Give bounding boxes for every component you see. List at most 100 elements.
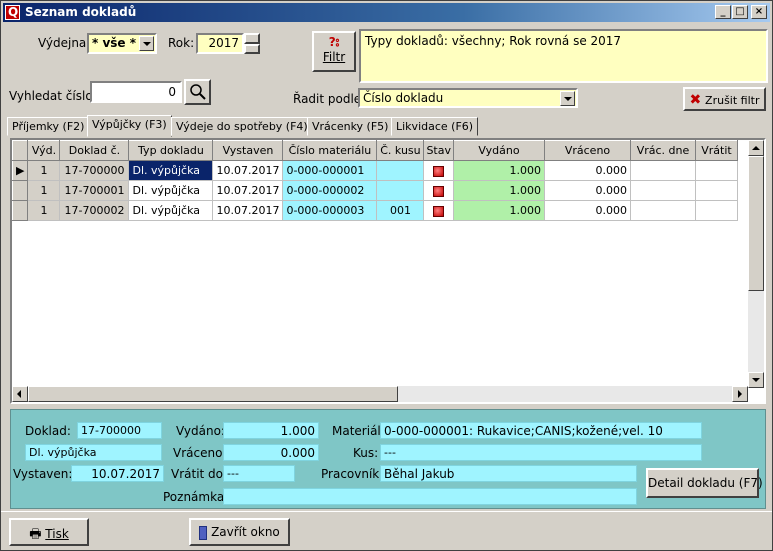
- documents-grid: Výd. Doklad č. Typ dokladu Vystaven Čísl…: [10, 138, 766, 404]
- tab-likvidace[interactable]: Likvidace (F6): [391, 117, 479, 136]
- scroll-thumb[interactable]: [748, 156, 764, 291]
- cell-vraceno[interactable]: 0.000: [544, 160, 631, 181]
- close-icon: ✖: [689, 92, 702, 108]
- rok-spin-up[interactable]: [244, 33, 260, 44]
- rok-spin-down[interactable]: [244, 44, 260, 54]
- cell-doklad[interactable]: 17-700001: [59, 180, 130, 201]
- vertical-scrollbar[interactable]: [748, 140, 764, 388]
- search-icon: [189, 84, 206, 100]
- row-header: [12, 180, 29, 201]
- status-icon: [433, 165, 445, 177]
- cell-material[interactable]: 0-000-000003: [282, 200, 378, 221]
- cell-vydano[interactable]: 1.000: [453, 160, 545, 181]
- cell-vraceno[interactable]: 0.000: [544, 180, 631, 201]
- clear-filter-button[interactable]: ✖ Zrušit filtr: [683, 87, 766, 111]
- vystaven-label: Vystaven:: [13, 467, 73, 481]
- cell-doklad[interactable]: 17-700002: [59, 200, 130, 221]
- search-label: Vyhledat číslo:: [9, 89, 97, 103]
- cell-vystaven[interactable]: 10.07.2017: [212, 180, 284, 201]
- column-header[interactable]: Číslo materiálu: [282, 140, 378, 161]
- table-row[interactable]: 1 17-700001 Dl. výpůjčka 10.07.2017 0-00…: [12, 180, 738, 201]
- cell-vrac-dne[interactable]: [630, 200, 696, 221]
- cell-kus[interactable]: [376, 160, 425, 181]
- cell-vratit[interactable]: [695, 200, 738, 221]
- cell-stav[interactable]: [423, 180, 454, 201]
- scroll-left-button[interactable]: [12, 386, 28, 402]
- cell-material[interactable]: 0-000-000001: [282, 160, 378, 181]
- vydejna-select[interactable]: * vše *: [87, 33, 157, 54]
- maximize-button[interactable]: □: [732, 5, 748, 19]
- poznamka-value: [223, 488, 637, 505]
- vratit-label: Vrátit do:: [171, 467, 228, 481]
- cell-vydano[interactable]: 1.000: [453, 200, 545, 221]
- column-header[interactable]: Č. kusu: [376, 140, 425, 161]
- column-header[interactable]: Stav: [423, 140, 454, 161]
- status-icon: [433, 185, 445, 197]
- tab-vracenky[interactable]: Vrácenky (F5): [307, 117, 394, 136]
- table-row[interactable]: ▶ 1 17-700000 Dl. výpůjčka 10.07.2017 0-…: [12, 160, 738, 181]
- horizontal-scrollbar[interactable]: [12, 386, 748, 402]
- column-header[interactable]: Vrátit: [695, 140, 738, 161]
- filtr-button[interactable]: ?⦂ Filtr: [312, 31, 356, 72]
- close-window-button[interactable]: Zavřít okno: [189, 518, 290, 546]
- cell-stav[interactable]: [423, 200, 454, 221]
- cell-typ[interactable]: Dl. výpůjčka: [128, 160, 214, 181]
- chevron-up-icon: [752, 146, 760, 150]
- column-header[interactable]: Typ dokladu: [128, 140, 214, 161]
- column-header[interactable]: Vráceno: [544, 140, 631, 161]
- cell-vystaven[interactable]: 10.07.2017: [212, 200, 284, 221]
- column-header[interactable]: Vystaven: [212, 140, 284, 161]
- table-header: Výd. Doklad č. Typ dokladu Vystaven Čísl…: [12, 140, 738, 161]
- cell-vyd[interactable]: 1: [27, 180, 61, 201]
- tab-vypujcky[interactable]: Výpůjčky (F3): [87, 115, 172, 137]
- column-header[interactable]: Doklad č.: [59, 140, 130, 161]
- cell-kus[interactable]: [376, 180, 425, 201]
- column-header[interactable]: Vydáno: [453, 140, 545, 161]
- scroll-right-button[interactable]: [732, 386, 748, 402]
- scroll-thumb[interactable]: [28, 386, 398, 402]
- minimize-button[interactable]: _: [715, 5, 731, 19]
- cell-vrac-dne[interactable]: [630, 180, 696, 201]
- print-button[interactable]: 🖶 Tisk: [9, 518, 89, 546]
- cell-vratit[interactable]: [695, 160, 738, 181]
- scroll-down-button[interactable]: [748, 372, 764, 388]
- search-button[interactable]: [184, 79, 211, 105]
- chevron-down-icon[interactable]: [560, 91, 575, 106]
- vratit-value: ---: [223, 465, 295, 482]
- rok-value: 2017: [208, 36, 239, 50]
- tab-prijemky[interactable]: Příjemky (F2): [7, 117, 90, 136]
- cell-vydano[interactable]: 1.000: [453, 180, 545, 201]
- material-label: Materiál:: [332, 424, 385, 438]
- clear-filter-label: Zrušit filtr: [705, 94, 760, 107]
- cell-typ[interactable]: Dl. výpůjčka: [128, 200, 214, 221]
- close-button[interactable]: ×: [751, 5, 767, 19]
- search-value: 0: [168, 85, 176, 99]
- column-header[interactable]: Vrác. dne: [630, 140, 696, 161]
- rok-input[interactable]: 2017: [196, 33, 244, 54]
- sort-select[interactable]: Číslo dokladu: [358, 88, 578, 108]
- cell-material[interactable]: 0-000-000002: [282, 180, 378, 201]
- cell-vratit[interactable]: [695, 180, 738, 201]
- cell-typ[interactable]: Dl. výpůjčka: [128, 180, 214, 201]
- cell-vraceno[interactable]: 0.000: [544, 200, 631, 221]
- cell-doklad[interactable]: 17-700000: [59, 160, 130, 181]
- column-header[interactable]: Výd.: [27, 140, 61, 161]
- vydejna-value: * vše *: [92, 36, 137, 50]
- cell-vyd[interactable]: 1: [27, 160, 61, 181]
- table-row[interactable]: 1 17-700002 Dl. výpůjčka 10.07.2017 0-00…: [12, 200, 738, 221]
- cell-vrac-dne[interactable]: [630, 160, 696, 181]
- cell-stav[interactable]: [423, 160, 454, 181]
- title-bar: Seznam dokladů _ □ ×: [3, 3, 770, 22]
- cell-kus[interactable]: 001: [376, 200, 425, 221]
- scroll-up-button[interactable]: [748, 140, 764, 156]
- tab-vydeje[interactable]: Výdeje do spotřeby (F4): [171, 117, 313, 136]
- chevron-down-icon[interactable]: [139, 36, 154, 51]
- sort-label: Řadit podle:: [293, 92, 366, 106]
- search-input[interactable]: 0: [90, 81, 182, 103]
- bottom-toolbar: 🖶 Tisk Zavřít okno: [1, 511, 772, 550]
- row-header: [12, 200, 29, 221]
- cell-vystaven[interactable]: 10.07.2017: [212, 160, 284, 181]
- cell-vyd[interactable]: 1: [27, 200, 61, 221]
- current-row-indicator: ▶: [12, 160, 29, 181]
- detail-button[interactable]: Detail dokladu (F7): [646, 468, 763, 498]
